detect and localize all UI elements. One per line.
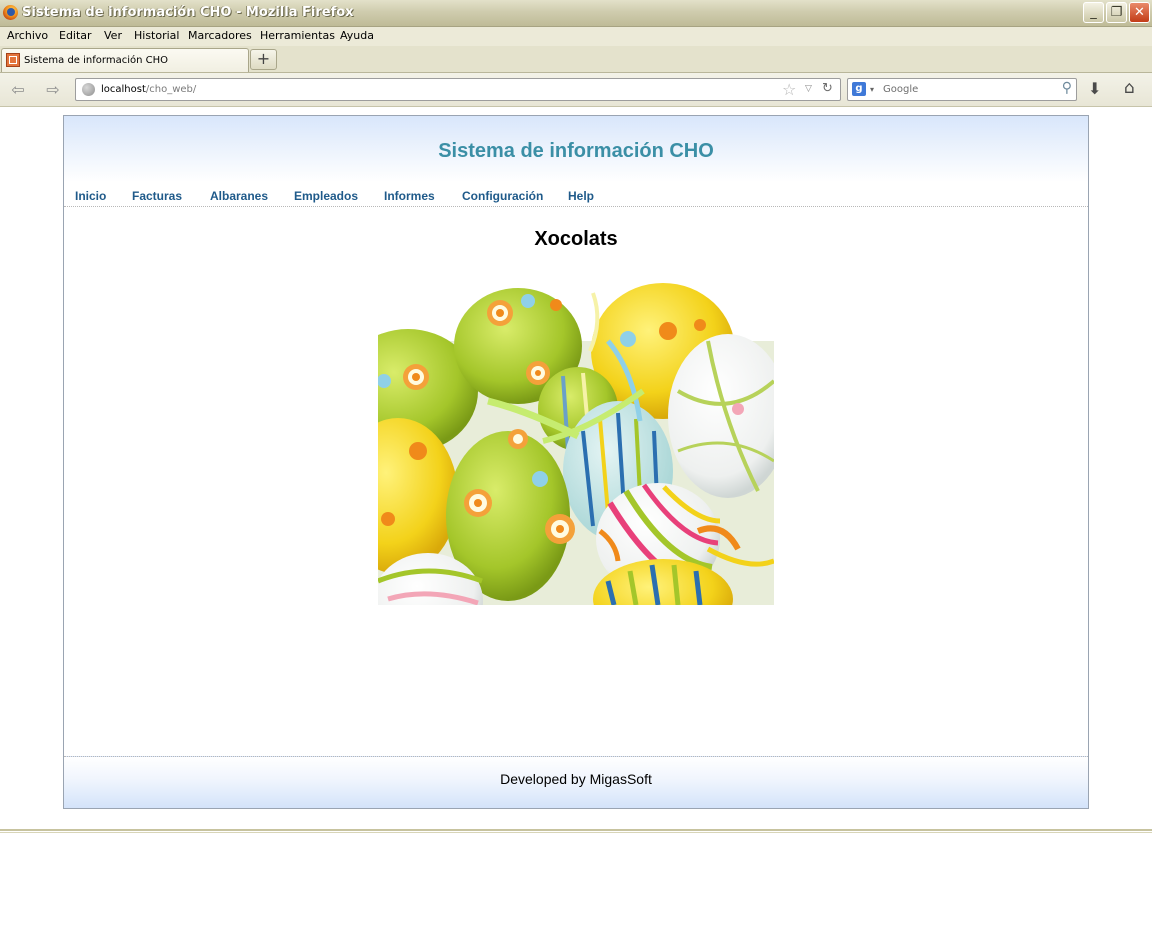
site-title: Sistema de información CHO — [438, 140, 714, 162]
nav-albaranes[interactable]: Albaranes — [210, 189, 268, 203]
history-dropdown-icon[interactable]: ▽ — [805, 84, 812, 94]
menu-historial[interactable]: Historial — [134, 29, 179, 42]
tab-label: Sistema de información CHO — [24, 55, 168, 66]
minimize-button[interactable]: _ — [1083, 2, 1104, 23]
menu-editar[interactable]: Editar — [59, 29, 92, 42]
menu-marcadores[interactable]: Marcadores — [188, 29, 252, 42]
search-bar[interactable]: g ▾ Google ⚲ — [847, 78, 1077, 101]
menu-archivo[interactable]: Archivo — [7, 29, 48, 42]
back-arrow-icon[interactable]: ⇦ — [8, 80, 28, 99]
home-icon[interactable]: ⌂ — [1124, 78, 1135, 98]
forward-arrow-icon[interactable]: ⇨ — [43, 80, 63, 99]
nav-help[interactable]: Help — [568, 189, 594, 203]
menu-ayuda[interactable]: Ayuda — [340, 29, 374, 42]
search-icon[interactable]: ⚲ — [1062, 80, 1072, 96]
easter-eggs-illustration — [378, 281, 774, 605]
navigation-toolbar: ⇦ ⇨ localhost/cho_web/ ☆ ▽ ↻ g ▾ Google … — [0, 73, 1152, 107]
nav-empleados[interactable]: Empleados — [294, 189, 358, 203]
url-bar[interactable]: localhost/cho_web/ ☆ ▽ ↻ — [75, 78, 841, 101]
nav-informes[interactable]: Informes — [384, 189, 435, 203]
search-engine-dropdown-icon[interactable]: ▾ — [870, 85, 874, 94]
downloads-icon[interactable]: ⬇ — [1088, 79, 1101, 98]
search-input[interactable]: Google — [883, 84, 918, 95]
nav-facturas[interactable]: Facturas — [132, 189, 182, 203]
menu-herramientas[interactable]: Herramientas — [260, 29, 335, 42]
site-nav: Inicio Facturas Albaranes Empleados Info… — [64, 186, 1088, 207]
site-favicon-icon — [6, 53, 20, 67]
reload-icon[interactable]: ↻ — [822, 81, 833, 96]
google-icon[interactable]: g — [852, 82, 866, 96]
globe-icon — [82, 83, 95, 96]
nav-inicio[interactable]: Inicio — [75, 189, 106, 203]
menu-bar: Archivo Editar Ver Historial Marcadores … — [0, 27, 1152, 46]
footer-text: Developed by MigasSoft — [500, 771, 652, 787]
maximize-button[interactable]: ❐ — [1106, 2, 1127, 23]
close-button[interactable]: ✕ — [1129, 2, 1150, 23]
url-host: localhost — [101, 84, 146, 95]
url-text[interactable]: localhost/cho_web/ — [101, 84, 196, 95]
page-container: Sistema de información CHO Inicio Factur… — [63, 115, 1089, 809]
window-title: Sistema de información CHO - Mozilla Fir… — [22, 5, 354, 20]
tab-strip: Sistema de información CHO + — [0, 46, 1152, 73]
status-bar-divider — [0, 829, 1152, 833]
firefox-logo-icon — [3, 5, 18, 20]
menu-ver[interactable]: Ver — [104, 29, 122, 42]
page-footer: Developed by MigasSoft — [64, 756, 1088, 808]
page-heading: Xocolats — [534, 228, 618, 250]
url-path: /cho_web/ — [145, 84, 197, 95]
page-header: Sistema de información CHO — [64, 116, 1088, 182]
easter-eggs-image — [378, 281, 774, 605]
bookmark-star-icon[interactable]: ☆ — [782, 80, 796, 99]
window-titlebar: Sistema de información CHO - Mozilla Fir… — [0, 0, 1152, 27]
tab-sistema-cho[interactable]: Sistema de información CHO — [1, 48, 249, 72]
new-tab-button[interactable]: + — [250, 49, 277, 70]
nav-configuracion[interactable]: Configuración — [462, 189, 543, 203]
